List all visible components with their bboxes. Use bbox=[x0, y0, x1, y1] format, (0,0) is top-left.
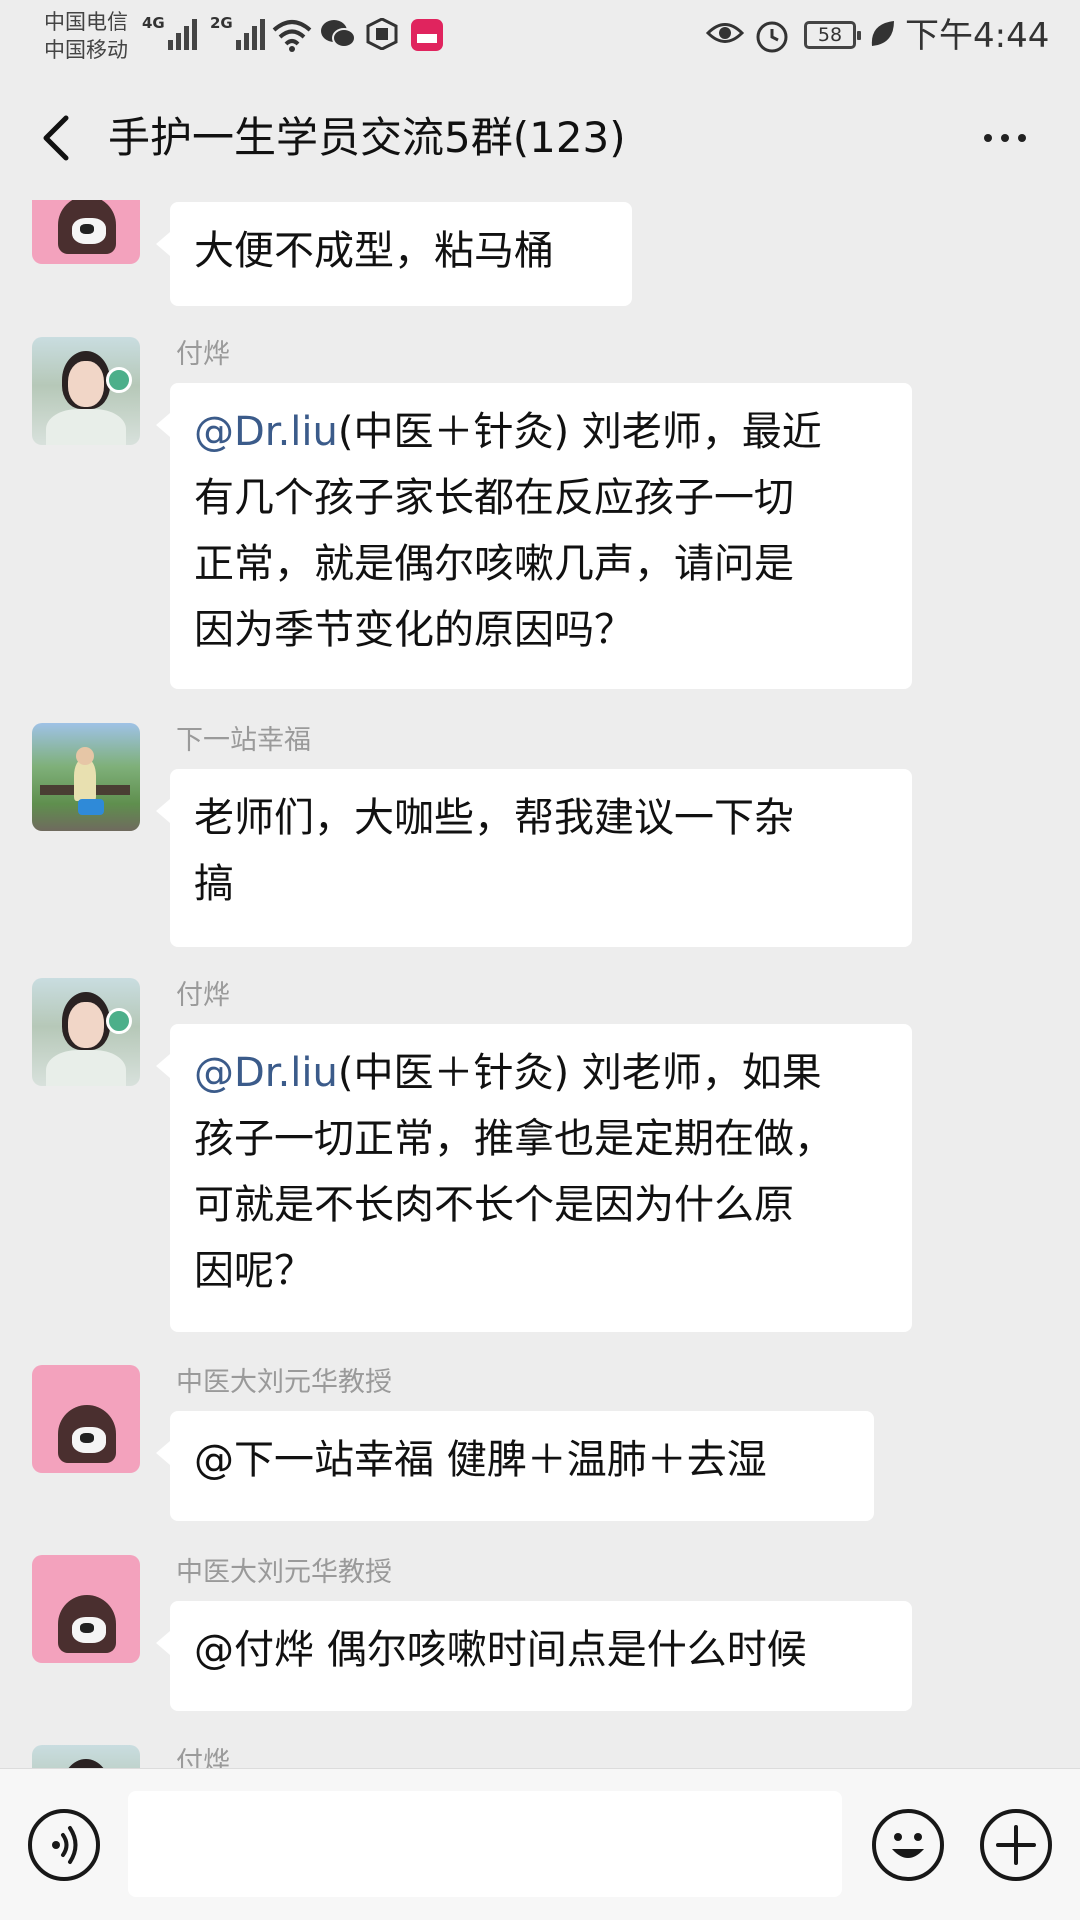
avatar[interactable] bbox=[32, 1745, 140, 1768]
emoji-button[interactable] bbox=[872, 1809, 944, 1881]
sender-name: 中医大刘元华教授 bbox=[176, 1367, 392, 1398]
alarm-icon bbox=[754, 18, 790, 63]
more-button[interactable] bbox=[970, 106, 1040, 170]
sender-name: 付烨 bbox=[176, 980, 230, 1011]
chat-title: 手护一生学员交流5群(123) bbox=[108, 113, 626, 162]
back-button[interactable] bbox=[30, 106, 90, 170]
sender-name: 下一站幸福 bbox=[176, 725, 311, 756]
status-bar: 中国电信 中国移动 4G 2G 58 下午4:44 bbox=[0, 0, 1080, 76]
message-list[interactable]: 大便不成型，粘马桶 付烨 @Dr.liu(中医＋针灸) 刘老师，最近 有几个孩子… bbox=[0, 200, 1080, 1768]
clock: 下午4:44 bbox=[905, 16, 1050, 56]
carrier-2: 中国移动 bbox=[44, 38, 128, 62]
message-bubble[interactable]: @下一站幸福 健脾＋温肺＋去湿 bbox=[156, 1411, 874, 1521]
message-bubble[interactable]: @付烨 偶尔咳嗽时间点是什么时候 bbox=[156, 1601, 912, 1711]
shield-icon bbox=[366, 17, 398, 59]
voice-button[interactable] bbox=[28, 1809, 100, 1881]
more-actions-button[interactable] bbox=[980, 1809, 1052, 1881]
vmall-icon bbox=[410, 18, 444, 61]
emoji-icon bbox=[892, 1833, 924, 1858]
mention-link[interactable]: @Dr.liu bbox=[194, 409, 338, 455]
message-bubble[interactable]: @Dr.liu(中医＋针灸) 刘老师，最近 有几个孩子家长都在反应孩子一切 正常… bbox=[156, 383, 912, 689]
message-bubble[interactable]: @Dr.liu(中医＋针灸) 刘老师，如果 孩子一切正常，推拿也是定期在做， 可… bbox=[156, 1024, 912, 1332]
plus-icon bbox=[996, 1825, 1036, 1865]
eye-icon bbox=[705, 18, 745, 57]
avatar[interactable] bbox=[32, 337, 140, 445]
carrier-labels: 中国电信 中国移动 bbox=[44, 8, 128, 64]
signal-2g-icon: 2G bbox=[210, 14, 265, 50]
message-bubble[interactable]: 大便不成型，粘马桶 bbox=[156, 202, 632, 306]
input-bar bbox=[0, 1768, 1080, 1920]
wechat-icon bbox=[320, 18, 356, 59]
leaf-icon bbox=[868, 18, 896, 59]
sender-name: 付烨 bbox=[176, 1747, 230, 1768]
avatar[interactable] bbox=[32, 723, 140, 831]
message-bubble[interactable]: 老师们，大咖些，帮我建议一下杂 搞 bbox=[156, 769, 912, 947]
avatar[interactable] bbox=[32, 1555, 140, 1663]
chevron-left-icon bbox=[43, 115, 69, 161]
message-input[interactable] bbox=[128, 1791, 842, 1897]
avatar[interactable] bbox=[32, 978, 140, 1086]
signal-4g-icon: 4G bbox=[142, 14, 197, 50]
carrier-1: 中国电信 bbox=[44, 10, 128, 34]
mention-link[interactable]: @Dr.liu bbox=[194, 1050, 338, 1096]
voice-icon bbox=[52, 1826, 78, 1864]
wifi-icon bbox=[272, 18, 312, 61]
battery-icon: 58 bbox=[804, 21, 861, 49]
sender-name: 中医大刘元华教授 bbox=[176, 1557, 392, 1588]
chat-header: 手护一生学员交流5群(123) bbox=[0, 76, 1080, 200]
more-dots-icon bbox=[984, 134, 992, 142]
sender-name: 付烨 bbox=[176, 339, 230, 370]
avatar[interactable] bbox=[32, 200, 140, 264]
avatar[interactable] bbox=[32, 1365, 140, 1473]
